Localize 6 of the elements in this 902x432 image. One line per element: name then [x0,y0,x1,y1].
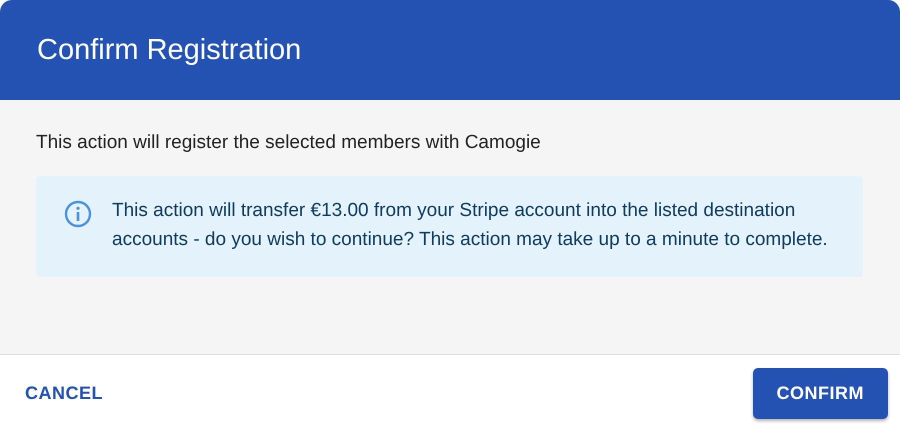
dialog-title: Confirm Registration [37,34,302,66]
dialog-message: This action will register the selected members with Camogie [36,132,542,154]
info-icon [64,200,92,228]
cancel-button[interactable]: CANCEL [14,368,114,419]
alert-text: This action will transfer €13.00 from your Stripe account into the listed destination accounts - do you wish to continue? This action may take up to a minute to complete. [112,199,829,252]
confirm-button[interactable]: CONFIRM [752,368,888,419]
